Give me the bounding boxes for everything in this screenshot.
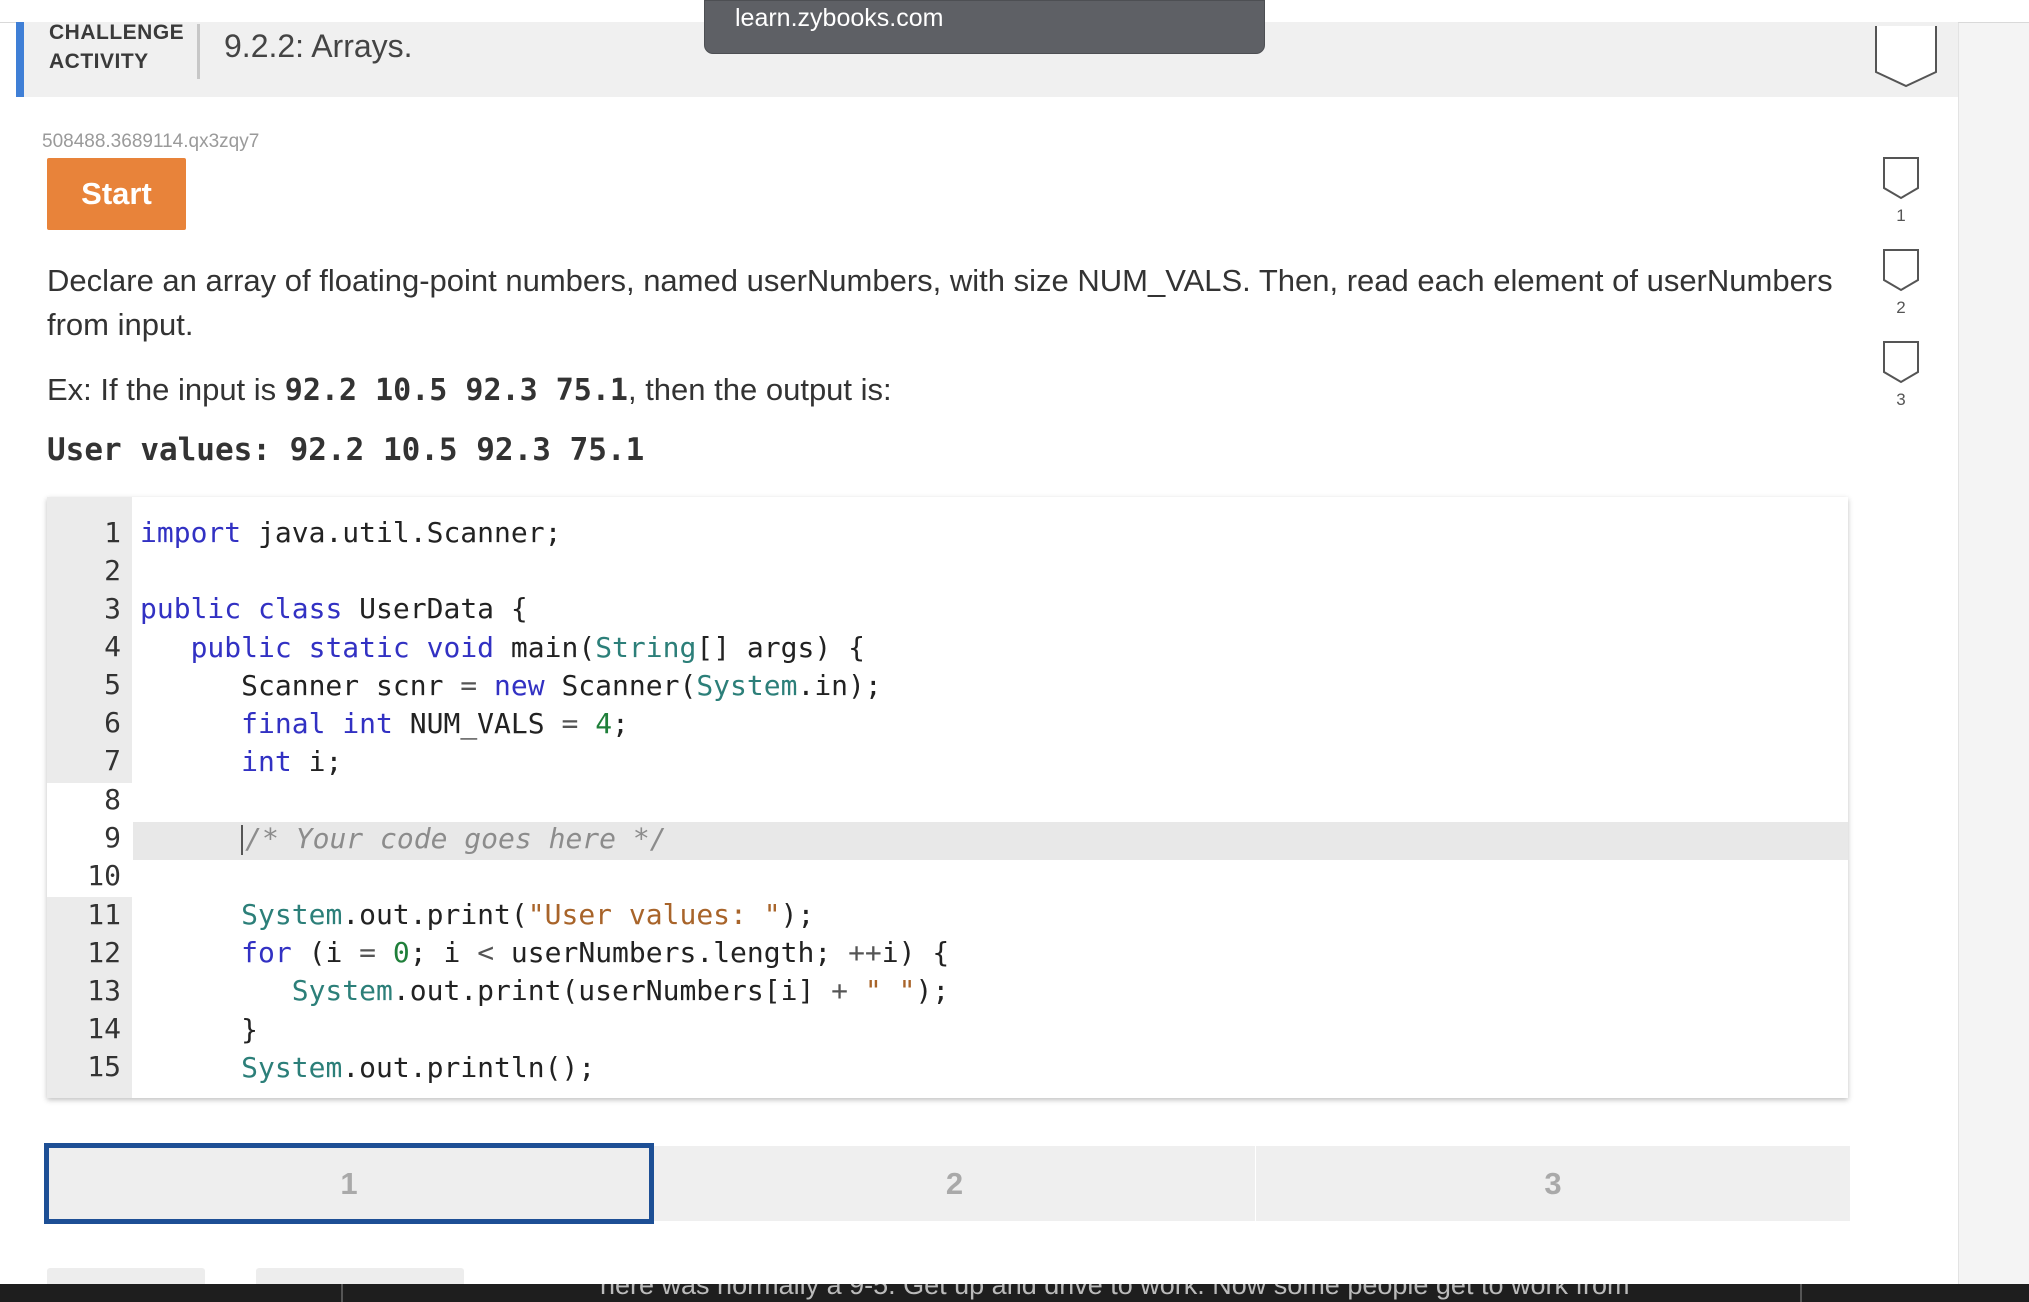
progress-item-1: 1 xyxy=(1882,156,1920,226)
activity-id: 508488.3689114.qx3zqy7 xyxy=(42,131,260,152)
level-tab-3[interactable]: 3 xyxy=(1256,1146,1850,1221)
activity-type-label: CHALLENGE ACTIVITY xyxy=(49,18,184,76)
code-line[interactable]: int i; xyxy=(140,745,342,778)
line-number: 11 xyxy=(87,898,121,931)
completion-badge-icon xyxy=(1874,24,1937,88)
code-line[interactable]: public static void main(String[] args) { xyxy=(140,631,865,664)
level-tabs: 1 2 3 xyxy=(44,1143,1850,1224)
example-suffix: , then the output is: xyxy=(627,372,892,407)
line-number-gutter: 1 2 3 4 5 6 7 8 9 10 11 12 13 14 15 xyxy=(47,497,132,1098)
level-tab-1[interactable]: 1 xyxy=(44,1143,654,1224)
line-number: 2 xyxy=(104,554,121,587)
code-line[interactable]: } xyxy=(140,1013,258,1046)
example-input: 92.2 10.5 92.3 75.1 xyxy=(284,373,628,408)
progress-badge-icon xyxy=(1883,249,1919,292)
code-line[interactable]: public class UserData { xyxy=(140,592,528,625)
bottom-divider xyxy=(341,1284,343,1302)
code-editor[interactable]: 1 2 3 4 5 6 7 8 9 10 11 12 13 14 15 impo… xyxy=(47,497,1848,1098)
line-number-active: 9 xyxy=(47,821,132,859)
progress-item-3: 3 xyxy=(1882,340,1920,410)
line-number: 4 xyxy=(104,630,121,663)
level-tab-2[interactable]: 2 xyxy=(654,1146,1255,1221)
line-number: 15 xyxy=(87,1050,121,1083)
bottom-overlay-bar: here was normally a 9-5. Get up and driv… xyxy=(0,1284,2029,1302)
progress-badge-icon xyxy=(1883,157,1919,200)
line-number: 6 xyxy=(104,706,121,739)
code-line[interactable]: System.out.print(userNumbers[i] + " "); xyxy=(140,974,949,1007)
url-tooltip: learn.zybooks.com xyxy=(704,0,1265,54)
line-number: 1 xyxy=(104,516,121,549)
start-button[interactable]: Start xyxy=(47,158,186,230)
code-line[interactable]: System.out.println(); xyxy=(140,1051,595,1084)
progress-badge-icon xyxy=(1883,341,1919,384)
bottom-divider xyxy=(1800,1284,1802,1302)
code-line[interactable]: Scanner scnr = new Scanner(System.in); xyxy=(140,669,882,702)
activity-title: 9.2.2: Arrays. xyxy=(224,28,413,64)
line-number: 5 xyxy=(104,668,121,701)
code-line[interactable]: System.out.print("User values: "); xyxy=(140,898,814,931)
line-number: 3 xyxy=(104,592,121,625)
activity-type-line-1: CHALLENGE xyxy=(49,21,185,44)
example-text: Ex: If the input is 92.2 10.5 92.3 75.1,… xyxy=(47,368,892,413)
line-number: 12 xyxy=(87,936,121,969)
code-line[interactable]: for (i = 0; i < userNumbers.length; ++i)… xyxy=(140,936,949,969)
code-line[interactable]: final int NUM_VALS = 4; xyxy=(140,707,629,740)
instructions-text: Declare an array of floating-point numbe… xyxy=(47,263,1833,342)
activity-type-line-2: ACTIVITY xyxy=(49,50,149,73)
code-line[interactable]: import java.util.Scanner; xyxy=(140,516,561,549)
header-accent-bar xyxy=(16,22,24,97)
progress-label: 3 xyxy=(1896,390,1906,409)
line-number: 10 xyxy=(47,859,132,897)
line-number: 7 xyxy=(104,744,121,777)
progress-label: 1 xyxy=(1896,206,1906,225)
line-number: 13 xyxy=(87,974,121,1007)
code-line-active[interactable]: /* Your code goes here */ xyxy=(140,822,667,855)
header-divider xyxy=(197,24,200,79)
example-prefix: Ex: If the input is xyxy=(47,372,285,407)
line-number: 14 xyxy=(87,1012,121,1045)
expected-output: User values: 92.2 10.5 92.3 75.1 xyxy=(47,432,645,468)
progress-label: 2 xyxy=(1896,298,1906,317)
line-number: 8 xyxy=(47,783,132,821)
right-margin xyxy=(1958,0,2029,1302)
url-tooltip-text: learn.zybooks.com xyxy=(735,4,944,32)
progress-item-2: 2 xyxy=(1882,248,1920,318)
bottom-overlay-text: here was normally a 9-5. Get up and driv… xyxy=(600,1284,1630,1300)
